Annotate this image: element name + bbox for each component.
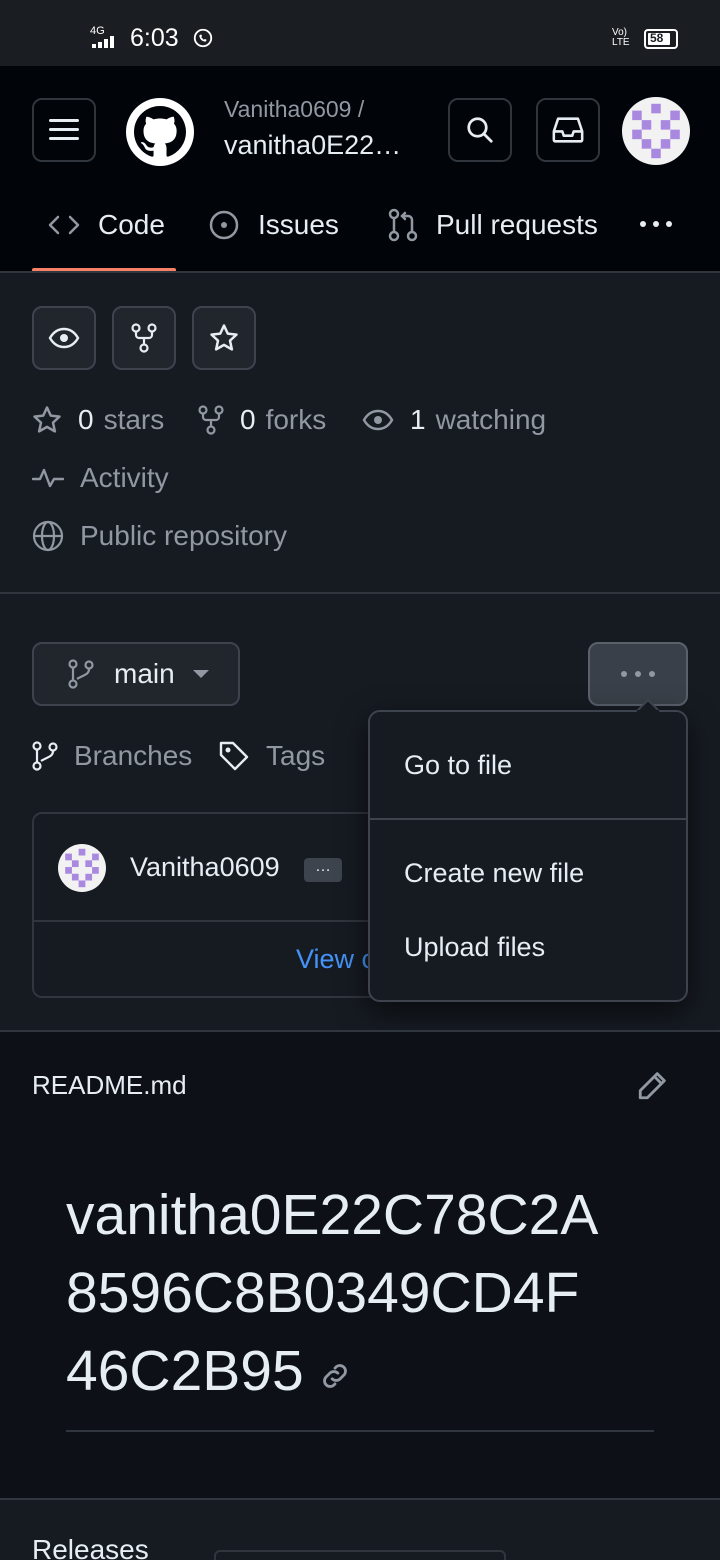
readme-filename: README.md	[32, 1070, 187, 1100]
fork-icon	[131, 323, 157, 353]
menu-item-upload-files[interactable]: Upload files	[404, 932, 545, 963]
tags-link[interactable]: Tags	[218, 740, 325, 772]
pull-request-icon	[388, 208, 418, 242]
star-icon	[210, 324, 238, 351]
tab-code[interactable]: Code	[48, 190, 165, 260]
link-icon[interactable]	[318, 1359, 352, 1393]
github-logo[interactable]	[126, 98, 194, 166]
more-tabs-button[interactable]	[638, 212, 678, 236]
commit-message-toggle[interactable]: …	[304, 858, 342, 882]
eye-outline-icon	[362, 409, 394, 431]
more-options-button[interactable]	[588, 642, 688, 706]
issue-icon	[209, 210, 239, 240]
identicon-icon	[65, 848, 99, 888]
pulse-icon	[32, 468, 64, 488]
pencil-icon	[638, 1072, 666, 1100]
view-code-link[interactable]: View c	[296, 944, 375, 975]
readme-heading-line: vanitha0E22C78C2A	[66, 1183, 599, 1247]
branches-label: Branches	[74, 740, 193, 771]
watch-button[interactable]	[32, 306, 96, 370]
readme-heading: vanitha0E22C78C2A 8596C8B0349CD4F 46C2B9…	[66, 1176, 666, 1410]
caret-down-icon	[192, 670, 209, 678]
fork-outline-icon	[198, 405, 224, 435]
tab-code-label: Code	[98, 209, 165, 240]
section-divider	[0, 592, 720, 594]
signal-bars-icon	[92, 36, 114, 48]
menu-item-go-to-file[interactable]: Go to file	[404, 750, 512, 781]
search-icon	[467, 117, 493, 143]
edit-readme-button[interactable]	[636, 1068, 676, 1108]
forks-label: forks	[265, 404, 327, 435]
branch-selector[interactable]: main	[32, 642, 240, 706]
avatar[interactable]	[622, 97, 690, 165]
watching-label: watching	[435, 404, 547, 435]
more-options-menu: Go to file Create new file Upload files	[368, 698, 688, 1002]
github-octocat-icon	[134, 106, 186, 157]
identicon-icon	[632, 103, 680, 159]
code-icon	[48, 215, 80, 235]
battery-icon: 58	[644, 29, 678, 49]
status-bar: 4G 6:03 Vo) LTE 58	[0, 0, 720, 66]
header-divider	[0, 271, 720, 273]
tab-pull-requests[interactable]: Pull requests	[388, 190, 598, 260]
readme-heading-line: 8596C8B0349CD4F	[66, 1261, 580, 1325]
search-button[interactable]	[448, 98, 512, 162]
releases-box	[214, 1550, 506, 1560]
menu-button[interactable]	[32, 98, 96, 162]
git-branch-icon	[32, 741, 58, 771]
stars-count: 0	[78, 404, 94, 435]
star-button[interactable]	[192, 306, 256, 370]
kebab-horizontal-icon	[640, 221, 672, 227]
commit-author[interactable]: Vanitha0609	[130, 852, 280, 883]
inbox-button[interactable]	[536, 98, 600, 162]
tab-pull-requests-label: Pull requests	[436, 209, 598, 240]
branch-name: main	[114, 658, 175, 689]
fork-button[interactable]	[112, 306, 176, 370]
tab-issues[interactable]: Issues	[208, 190, 339, 260]
tags-label: Tags	[266, 740, 326, 771]
repo-name[interactable]: vanitha0E22…	[224, 130, 401, 161]
menu-divider	[370, 818, 686, 820]
activity-link[interactable]: Activity	[32, 462, 169, 494]
clock: 6:03	[130, 24, 179, 52]
tag-icon	[219, 741, 249, 771]
star-outline-icon	[33, 406, 61, 433]
volte-icon: Vo) LTE	[612, 27, 630, 48]
readme-panel: README.md vanitha0E22C78C2A 8596C8B0349C…	[0, 1030, 720, 1500]
menu-caret	[636, 698, 660, 712]
menu-item-create-new-file[interactable]: Create new file	[404, 858, 584, 889]
commit-author-avatar[interactable]	[58, 844, 106, 892]
visibility-label: Public repository	[80, 520, 287, 551]
inbox-icon	[552, 117, 584, 143]
forks-count: 0	[240, 404, 256, 435]
hamburger-icon	[49, 119, 79, 140]
git-branch-icon	[68, 659, 94, 689]
visibility-info: Public repository	[32, 520, 287, 552]
forks-stat[interactable]: 0 forks	[198, 404, 326, 436]
activity-label: Activity	[80, 462, 169, 493]
eye-icon	[48, 327, 80, 349]
signal-icon: 4G	[90, 25, 105, 37]
tab-issues-label: Issues	[258, 209, 339, 240]
heading-underline	[66, 1430, 654, 1432]
kebab-horizontal-icon	[621, 671, 655, 677]
readme-heading-line: 46C2B95	[66, 1339, 304, 1403]
stars-stat[interactable]: 0 stars	[32, 404, 164, 436]
watching-stat[interactable]: 1 watching	[362, 404, 546, 436]
globe-icon	[32, 520, 64, 552]
repo-owner[interactable]: Vanitha0609 /	[224, 96, 364, 123]
stars-label: stars	[103, 404, 165, 435]
whatsapp-icon	[193, 28, 213, 48]
branches-link[interactable]: Branches	[32, 740, 192, 772]
watching-count: 1	[410, 404, 426, 435]
releases-title: Releases	[32, 1534, 149, 1560]
